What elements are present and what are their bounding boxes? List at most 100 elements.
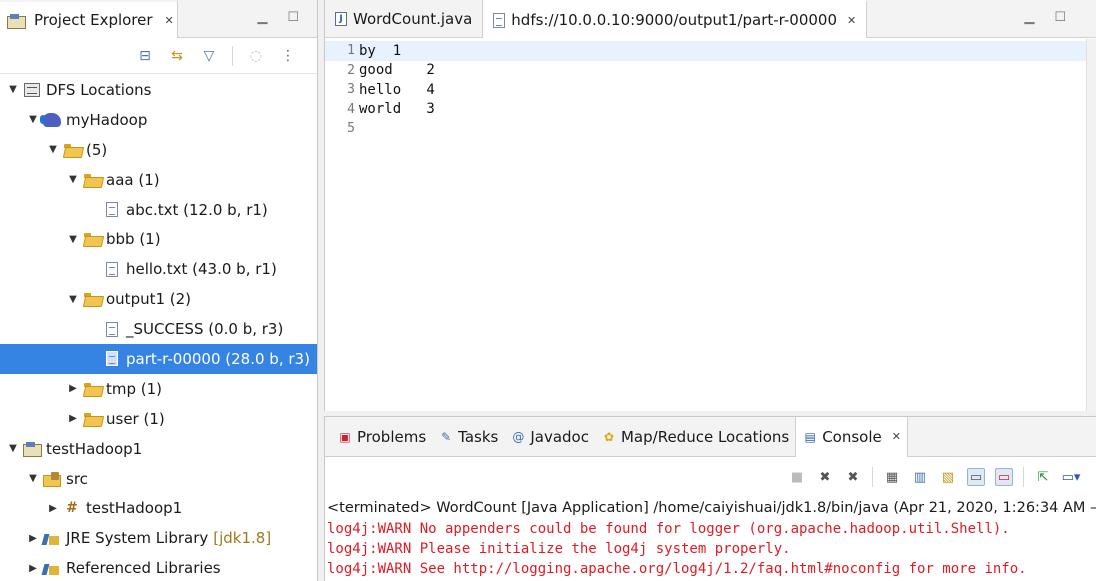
folder-icon xyxy=(82,411,102,427)
tab-part-r-00000[interactable]: hdfs://10.0.0.10:9000/output1/part-r-000… xyxy=(483,0,868,38)
collapse-all-icon[interactable]: ⊟ xyxy=(136,47,154,65)
chevron-down-icon[interactable]: ▼ xyxy=(66,234,80,245)
folder-open-icon xyxy=(82,231,102,247)
code-line[interactable]: 4 world 3 xyxy=(325,100,1086,120)
close-icon[interactable]: ✕ xyxy=(892,430,901,443)
line-number: 1 xyxy=(347,43,355,59)
close-icon[interactable]: ✕ xyxy=(847,14,856,27)
tree-item-label: src xyxy=(66,469,88,488)
chevron-down-icon[interactable]: ▼ xyxy=(46,144,60,155)
line-number: 3 xyxy=(347,82,355,98)
tree-item[interactable]: ▼ myHadoop xyxy=(0,105,317,135)
show-on-stderr-icon[interactable]: ▭ xyxy=(995,468,1013,486)
code-line[interactable]: 3 hello 4 xyxy=(325,80,1086,100)
tree-item[interactable]: ▼ testHadoop1 xyxy=(0,434,317,464)
remove-all-terminated-icon[interactable]: ✖ xyxy=(844,468,862,486)
minimize-icon[interactable]: ▁ xyxy=(1024,10,1034,25)
tab-problems[interactable]: ▣ Problems xyxy=(331,417,432,457)
tab-wordcount-java[interactable]: J WordCount.java xyxy=(325,0,484,38)
tree-item[interactable]: ▼ aaa (1) xyxy=(0,165,317,195)
focus-icon[interactable]: ◌ xyxy=(247,47,265,65)
clear-console-icon[interactable]: ▦ xyxy=(883,468,901,486)
chevron-down-icon[interactable]: ▼ xyxy=(66,174,80,185)
tree-item[interactable]: ▼ DFS Locations xyxy=(0,75,317,105)
close-icon[interactable]: ✕ xyxy=(165,14,174,27)
problems-icon: ▣ xyxy=(339,429,351,444)
chevron-right-icon[interactable]: ▶ xyxy=(26,533,40,544)
project-explorer-panel: Project Explorer ✕ ▁ ☐ ⊟ ⇆ ▽ ◌ ⋮ ▼ DFS Lo… xyxy=(0,0,318,581)
mapreduce-icon: ✿ xyxy=(603,429,615,444)
file-icon xyxy=(102,202,122,218)
tab-javadoc[interactable]: @ Javadoc xyxy=(504,417,595,457)
tab-tasks[interactable]: ✎ Tasks xyxy=(432,417,504,457)
tree-item[interactable]: abc.txt (12.0 b, r1) xyxy=(0,195,317,225)
chevron-down-icon[interactable]: ▼ xyxy=(26,114,40,125)
editor-tabbar: J WordCount.java hdfs://10.0.0.10:9000/o… xyxy=(325,0,1096,38)
chevron-down-icon[interactable]: ▼ xyxy=(6,84,20,95)
chevron-right-icon[interactable]: ▶ xyxy=(26,563,40,574)
terminate-icon[interactable]: ■ xyxy=(788,468,806,486)
display-console-icon[interactable]: ▭▾ xyxy=(1062,468,1081,486)
tree-item[interactable]: ▼ output1 (2) xyxy=(0,284,317,314)
package-icon: # xyxy=(66,500,78,517)
chevron-down-icon[interactable]: ▼ xyxy=(6,443,20,454)
explorer-tabbar: Project Explorer ✕ ▁ ☐ xyxy=(0,0,317,38)
tab-label: Console xyxy=(822,427,882,446)
tree-item-label: output1 (2) xyxy=(106,290,192,309)
folder-open-icon xyxy=(82,291,102,307)
tree-item-label: tmp (1) xyxy=(106,379,163,398)
console-output[interactable]: log4j:WARN No appenders could be found f… xyxy=(325,519,1096,579)
filter-icon[interactable]: ▽ xyxy=(200,47,218,65)
code-line[interactable]: 2 good 2 xyxy=(325,61,1086,81)
tree-item[interactable]: part-r-00000 (28.0 b, r3) xyxy=(0,344,317,374)
maximize-icon[interactable]: ☐ xyxy=(1054,10,1066,25)
minimize-icon[interactable]: ▁ xyxy=(257,10,267,25)
scroll-lock-icon[interactable]: ▥ xyxy=(911,468,929,486)
pin-console-icon[interactable]: ⇱ xyxy=(1034,468,1052,486)
line-text: good 2 xyxy=(359,62,435,79)
chevron-down-icon[interactable]: ▼ xyxy=(26,473,40,484)
tasks-icon: ✎ xyxy=(441,429,452,444)
tree-item[interactable]: ▼ src xyxy=(0,464,317,494)
tree-item[interactable]: ▶ tmp (1) xyxy=(0,374,317,404)
tree-item[interactable]: ▼ (5) xyxy=(0,135,317,165)
editor-scrollbar[interactable] xyxy=(1086,39,1096,411)
word-wrap-icon[interactable]: ▧ xyxy=(939,468,957,486)
tree-item-label: abc.txt (12.0 b, r1) xyxy=(126,200,268,219)
elephant-icon xyxy=(40,112,62,128)
chevron-down-icon[interactable]: ▼ xyxy=(66,294,80,305)
view-menu-icon[interactable]: ⋮ xyxy=(279,47,297,65)
tab-label: hdfs://10.0.0.10:9000/output1/part-r-000… xyxy=(511,11,838,29)
tab-project-explorer[interactable]: Project Explorer ✕ xyxy=(0,0,178,38)
tree-item-label: testHadoop1 xyxy=(46,439,143,458)
file-icon xyxy=(102,351,122,367)
chevron-right-icon[interactable]: ▶ xyxy=(46,503,60,514)
console-status-line: <terminated> WordCount [Java Application… xyxy=(327,500,1096,516)
remove-launch-icon[interactable]: ✖ xyxy=(816,468,834,486)
tree-item[interactable]: _SUCCESS (0.0 b, r3) xyxy=(0,314,317,344)
tree-item-label: JRE System Library xyxy=(66,529,209,548)
maximize-icon[interactable]: ☐ xyxy=(287,10,299,25)
tree-item[interactable]: ▶ JRE System Library [jdk1.8] xyxy=(0,523,317,553)
tree-item-label: Referenced Libraries xyxy=(66,559,221,578)
code-line[interactable]: 1 by 1 xyxy=(325,41,1086,61)
show-on-stdout-icon[interactable]: ▭ xyxy=(967,468,985,486)
chevron-right-icon[interactable]: ▶ xyxy=(66,383,80,394)
tab-label: Javadoc xyxy=(530,427,589,446)
tree-item[interactable]: hello.txt (43.0 b, r1) xyxy=(0,254,317,284)
link-with-editor-icon[interactable]: ⇆ xyxy=(168,47,186,65)
folder-icon xyxy=(82,381,102,397)
dfs-icon xyxy=(22,82,42,98)
tree-item[interactable]: ▼ bbb (1) xyxy=(0,224,317,254)
line-text: by 1 xyxy=(359,42,402,59)
tree-item[interactable]: ▶ user (1) xyxy=(0,404,317,434)
tree-item-label: part-r-00000 (28.0 b, r3) xyxy=(126,349,310,368)
tree-item[interactable]: ▶ # testHadoop1 xyxy=(0,493,317,523)
text-editor-area[interactable]: 1 by 1 2 good 2 3 hello 4 4 world 35 xyxy=(325,39,1086,411)
library-icon xyxy=(42,530,62,546)
code-line[interactable]: 5 xyxy=(325,119,1086,139)
tab-map-reduce-locations[interactable]: ✿ Map/Reduce Locations xyxy=(595,417,795,457)
tree-item[interactable]: ▶ Referenced Libraries xyxy=(0,553,317,581)
chevron-right-icon[interactable]: ▶ xyxy=(66,413,80,424)
tab-console[interactable]: ▤ Console ✕ xyxy=(795,416,908,457)
